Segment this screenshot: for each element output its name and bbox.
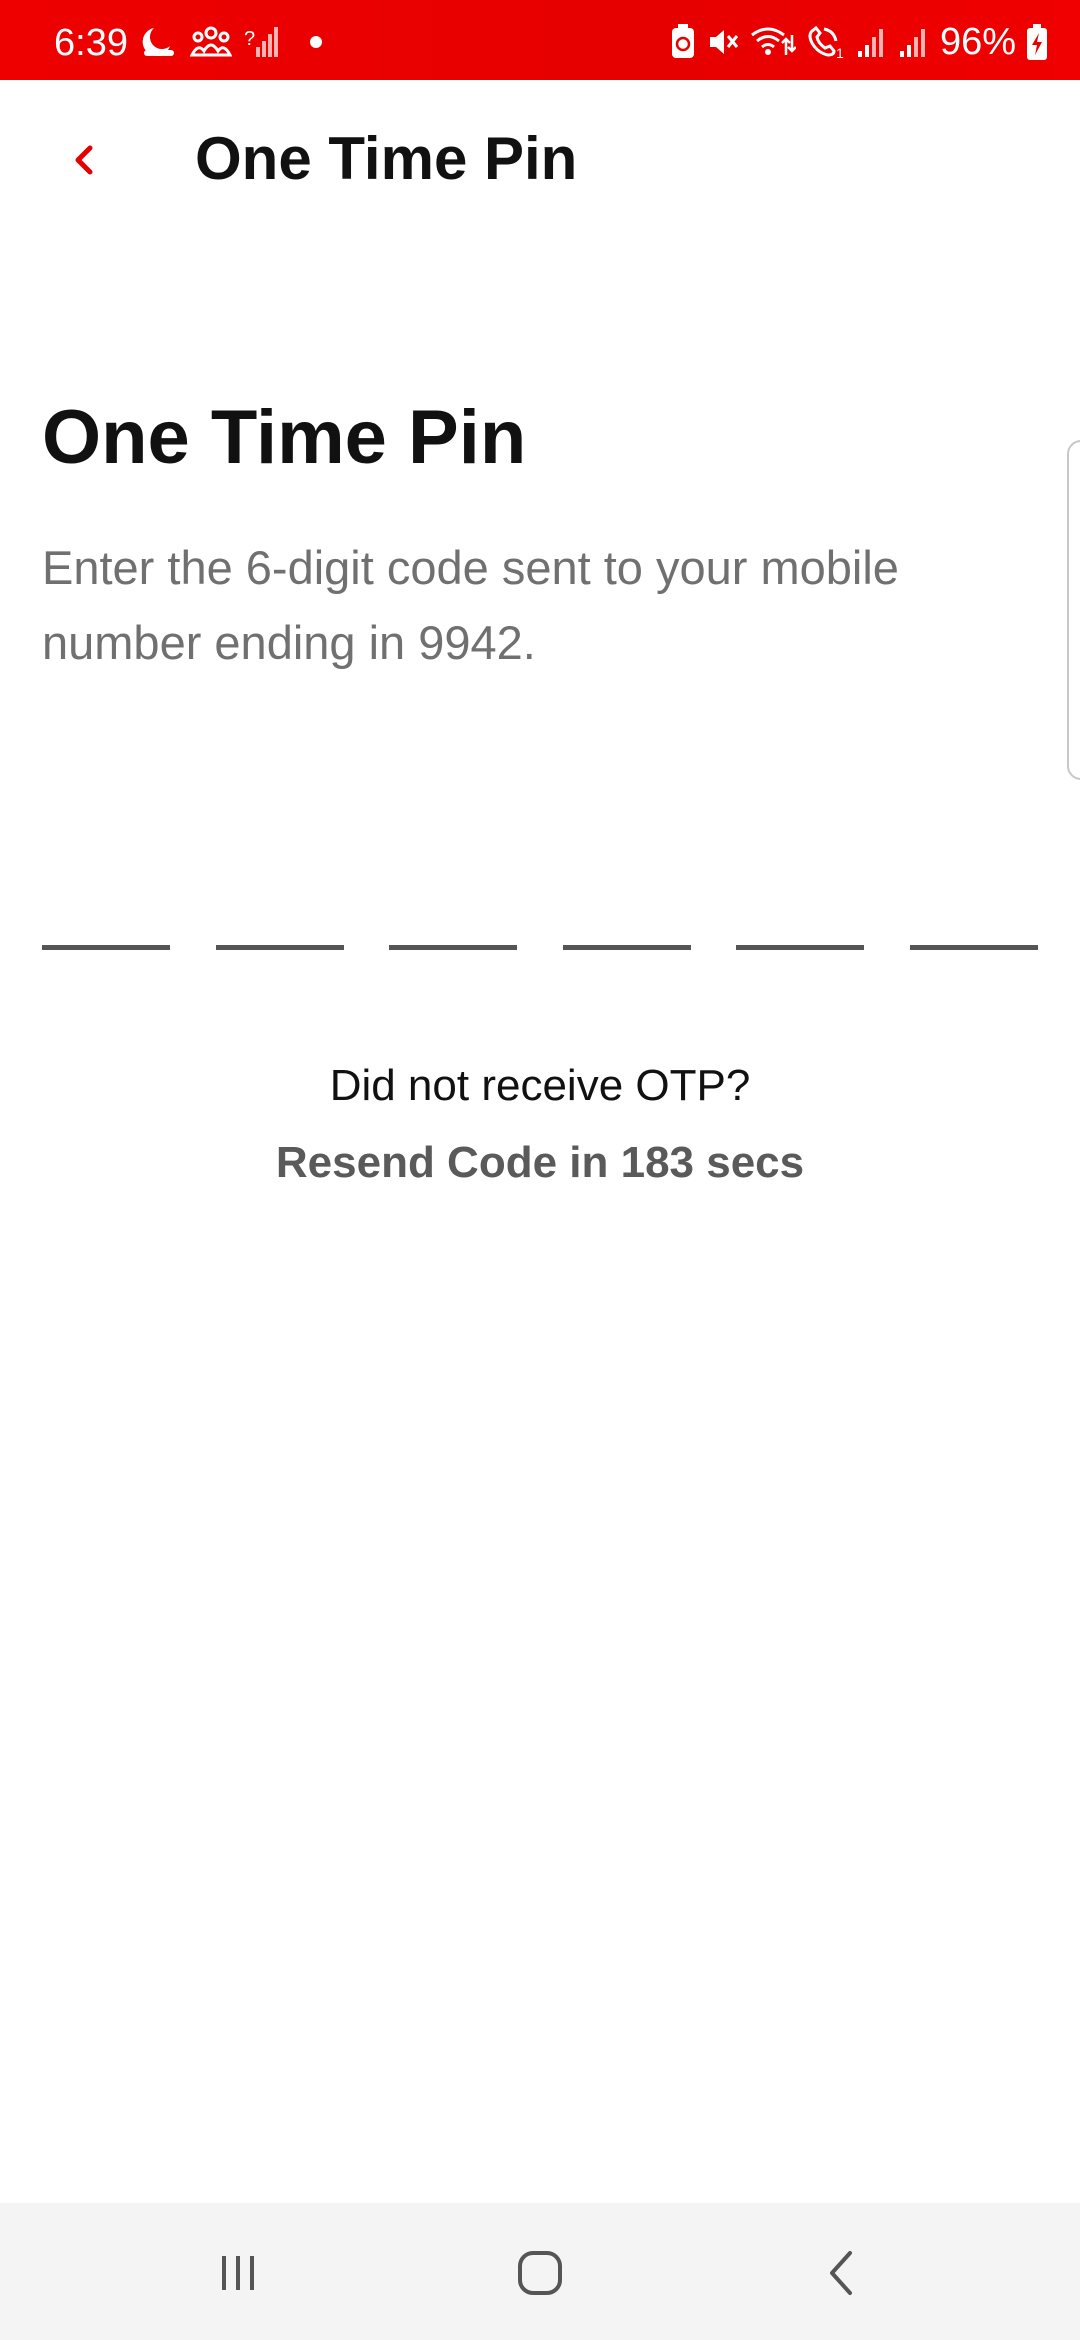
mute-icon bbox=[709, 30, 739, 54]
chevron-left-icon bbox=[75, 145, 93, 175]
page-title: One Time Pin bbox=[42, 395, 527, 480]
otp-digit-6-input[interactable] bbox=[909, 880, 1038, 950]
signal-question-icon: ? bbox=[244, 27, 278, 57]
otp-digit-2-input[interactable] bbox=[215, 880, 344, 950]
home-icon bbox=[518, 2251, 562, 2295]
signal-sim1-icon bbox=[857, 29, 883, 57]
volte-call-icon: 1 bbox=[808, 25, 844, 59]
otp-instructions: Enter the 6-digit code sent to your mobi… bbox=[42, 541, 899, 669]
otp-digit-1-input[interactable] bbox=[42, 880, 170, 950]
moon-icon bbox=[142, 28, 174, 56]
otp-digit-4-input[interactable] bbox=[562, 880, 691, 950]
battery-saver-icon bbox=[671, 24, 694, 58]
recent-apps-icon bbox=[222, 2256, 254, 2290]
notification-dot-icon bbox=[310, 36, 322, 48]
edge-panel-handle[interactable] bbox=[1067, 440, 1080, 780]
battery-percent: 96% bbox=[939, 21, 1016, 63]
home-button[interactable] bbox=[500, 2233, 580, 2313]
back-icon bbox=[830, 2251, 852, 2295]
resend-code-container: Resend Code in 183 secs bbox=[0, 1137, 1080, 1190]
status-bar: 6:39 ? 1 96% bbox=[0, 0, 1080, 80]
recent-apps-button[interactable] bbox=[198, 2233, 278, 2313]
svg-text:1: 1 bbox=[836, 45, 844, 59]
status-left-icons: ? bbox=[140, 22, 322, 62]
otp-digit-5-input[interactable] bbox=[736, 880, 865, 950]
system-nav-bar bbox=[0, 2203, 1080, 2340]
app-bar: One Time Pin bbox=[0, 80, 1080, 240]
app-bar-title: One Time Pin bbox=[195, 125, 578, 192]
people-icon bbox=[190, 26, 232, 57]
status-time: 6:39 bbox=[54, 22, 128, 64]
otp-digit-3-input[interactable] bbox=[389, 880, 518, 950]
otp-input-group bbox=[42, 880, 1038, 950]
otp-not-received-text: Did not receive OTP? bbox=[329, 1061, 751, 1110]
svg-text:?: ? bbox=[244, 28, 255, 50]
battery-charging-icon bbox=[1027, 24, 1047, 60]
back-button[interactable] bbox=[44, 120, 124, 200]
signal-sim2-icon bbox=[899, 29, 925, 57]
status-right-icons: 1 96% bbox=[670, 22, 1048, 62]
wifi-calling-icon bbox=[751, 27, 796, 55]
resend-code-link[interactable]: Resend Code in 183 secs bbox=[276, 1138, 804, 1187]
nav-back-button[interactable] bbox=[802, 2233, 882, 2313]
